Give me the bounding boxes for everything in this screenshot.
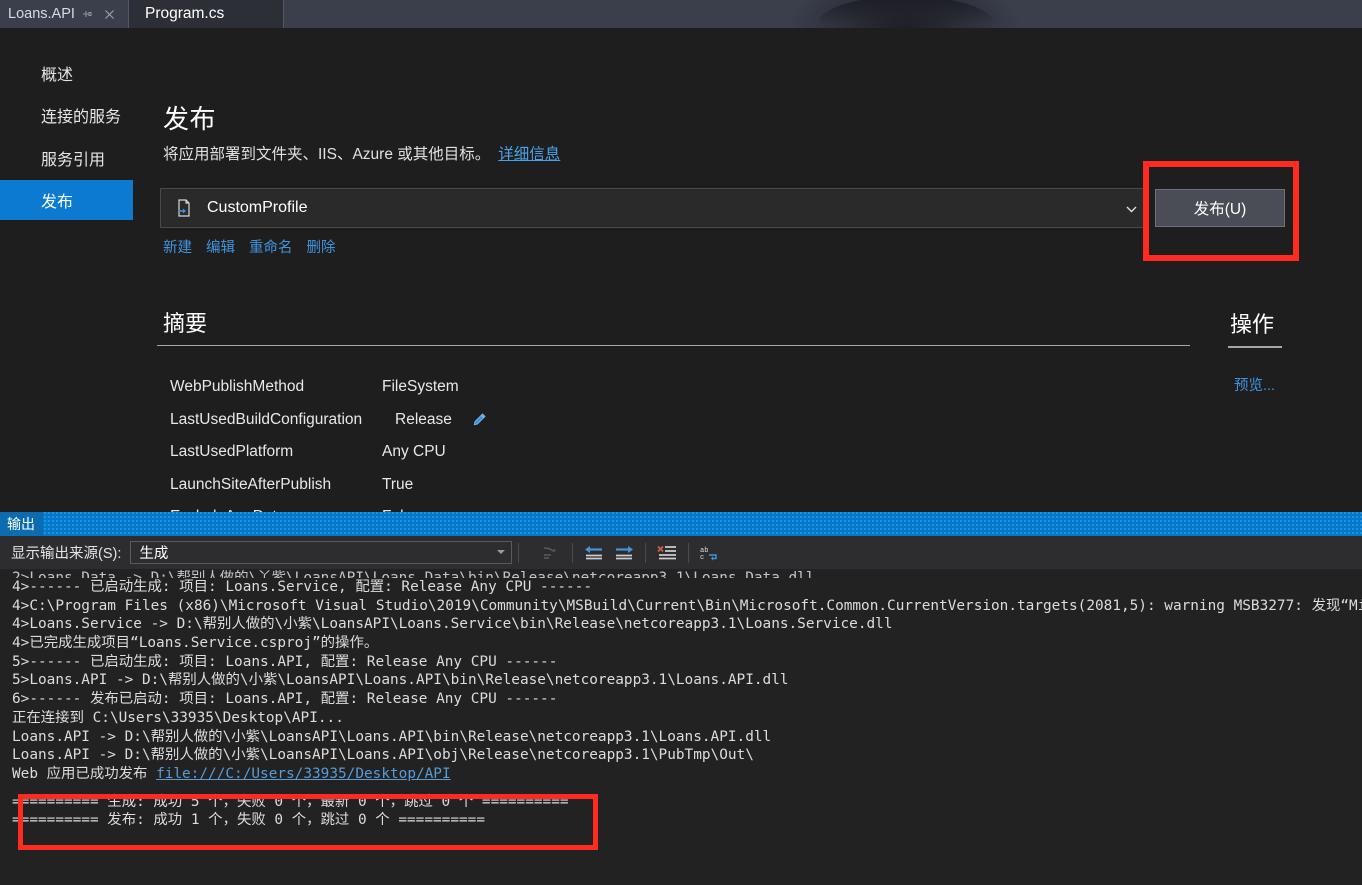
output-source-select[interactable]: 生成 [130,541,513,564]
output-line: Loans.API -> D:\帮别人做的\小紫\LoansAPI\Loans.… [12,728,772,745]
goto-message-icon[interactable] [537,541,565,565]
page-subtitle: 将应用部署到文件夹、IIS、Azure 或其他目标。 详细信息 [163,142,560,164]
published-folder-link[interactable]: file:///C:/Users/33935/Desktop/API [156,766,451,782]
output-line: 4>已完成生成项目“Loans.Service.csproj”的操作。 [12,635,379,652]
output-tab[interactable]: 输出 [0,512,43,536]
tab-program-cs[interactable]: Program.cs [128,0,284,28]
sidebar-item-overview-label: 概述 [41,67,74,84]
clear-all-icon[interactable] [653,541,681,565]
summary-key: LastUsedBuildConfiguration [170,410,363,428]
actions-heading: 操作 [1230,312,1275,337]
publish-button-label: 发布(U) [1193,201,1247,218]
page-title: 发布 [163,104,217,134]
output-line: 正在连接到 C:\Users\33935\Desktop\API... [12,709,344,726]
project-properties-nav: 概述 连接的服务 服务引用 发布 [0,28,133,512]
sidebar-item-service-references[interactable]: 服务引用 [0,138,133,178]
rename-profile-link[interactable]: 重命名 [249,236,293,257]
word-wrap-icon[interactable]: ab c [696,541,724,565]
edit-pencil-icon[interactable] [472,412,488,428]
output-line: 2>Loans.Data -> D:\帮别人做的\丫紫\LoansAPI\Loa… [12,570,815,578]
tab-loans-api[interactable]: Loans.API [0,0,134,28]
toolbar-separator [688,542,690,563]
output-line: 6>------ 发布已启动: 项目: Loans.API, 配置: Relea… [12,691,558,708]
output-line: 5>------ 已启动生成: 项目: Loans.API, 配置: Relea… [12,653,558,670]
publish-profile-icon [173,197,195,219]
output-tab-label: 输出 [7,516,35,532]
sidebar-item-overview[interactable]: 概述 [0,53,133,93]
svg-text:c: c [700,554,704,561]
publish-success-text: Web 应用已成功发布 [12,765,157,782]
titlebar-drag-dots [43,512,1362,536]
summary-value: Any CPU [382,443,446,461]
output-source-value: 生成 [139,546,169,562]
summary-row: LastUsedBuildConfiguration Release [170,404,488,437]
summary-divider [157,345,1190,346]
sidebar-item-publish-label: 发布 [41,194,74,211]
summary-value: Release [395,410,452,428]
chevron-down-icon[interactable] [1125,203,1137,215]
tab-loans-api-label: Loans.API [8,6,75,22]
publish-profile-select[interactable]: CustomProfile [160,188,1146,228]
output-line: Loans.API -> D:\帮别人做的\小紫\LoansAPI\Loans.… [12,747,754,764]
find-next-icon[interactable] [610,541,638,565]
output-line: 4>C:\Program Files (x86)\Microsoft Visua… [12,597,1362,614]
output-toolbar: 显示输出来源(S): 生成 ab c [0,536,1362,569]
tab-program-cs-label: Program.cs [145,5,225,22]
summary-table: WebPublishMethod FileSystem LastUsedBuil… [170,371,488,534]
publish-page: 概述 连接的服务 服务引用 发布 发布 将应用部署到文件夹、IIS、Azure … [0,28,1362,525]
preview-link[interactable]: 预览... [1234,374,1275,395]
output-summary-highlight-annotation [18,794,598,850]
sidebar-item-connected-services-label: 连接的服务 [41,109,122,126]
output-line-publish-success: Web 应用已成功发布 file:///C:/Users/33935/Deskt… [0,765,1362,784]
output-line: 4>Loans.Service -> D:\帮别人做的\小紫\LoansAPI\… [12,616,893,633]
toolbar-separator [572,542,574,563]
publish-button[interactable]: 发布(U) [1155,189,1285,227]
pin-icon[interactable] [79,4,97,24]
tabstrip-background-art-2 [818,0,994,24]
chevron-down-icon[interactable] [497,550,506,554]
editor-tab-strip: Loans.API Program.cs [0,0,1362,28]
find-previous-icon[interactable] [580,541,608,565]
summary-key: LastUsedPlatform [170,443,294,461]
more-info-link[interactable]: 详细信息 [498,146,560,163]
summary-key: LaunchSiteAfterPublish [170,475,332,493]
summary-row: WebPublishMethod FileSystem [170,371,488,404]
sidebar-item-service-references-label: 服务引用 [41,152,106,169]
new-profile-link[interactable]: 新建 [163,236,192,257]
actions-divider [1228,346,1282,348]
summary-row: LastUsedPlatform Any CPU [170,436,488,469]
summary-heading: 摘要 [163,311,208,336]
output-panel-titlebar: 输出 [0,512,1362,536]
visual-studio-window: Loans.API Program.cs 概述 连接的服务 服务引用 发布 发布… [0,0,1362,885]
toolbar-separator [645,542,647,563]
publish-profile-name: CustomProfile [207,199,308,216]
edit-profile-link[interactable]: 编辑 [206,236,235,257]
output-source-label: 显示输出来源(S): [11,546,122,562]
output-line: 4>------ 已启动生成: 项目: Loans.Service, 配置: R… [12,579,593,595]
publish-profile-actions: 新建 编辑 重命名 删除 [163,236,336,257]
sidebar-item-publish[interactable]: 发布 [0,180,133,220]
summary-value: FileSystem [382,378,459,396]
summary-value: True [382,475,414,493]
output-blank-line [0,784,1362,793]
close-icon[interactable] [101,4,119,24]
summary-key: WebPublishMethod [170,378,305,396]
toolbar-separator [518,542,520,563]
output-line: 5>Loans.API -> D:\帮别人做的\小紫\LoansAPI\Loan… [12,672,789,689]
page-subtitle-text: 将应用部署到文件夹、IIS、Azure 或其他目标。 [163,146,491,163]
delete-profile-link[interactable]: 删除 [307,236,336,257]
sidebar-item-connected-services[interactable]: 连接的服务 [0,95,133,135]
summary-row: LaunchSiteAfterPublish True [170,469,488,502]
